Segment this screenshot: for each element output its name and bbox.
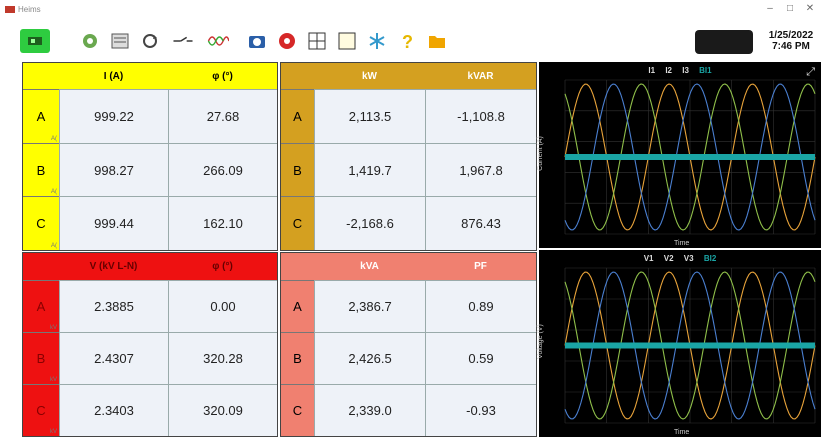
current-plot-area (564, 79, 816, 235)
kvar-a-value: -1,108.8 (425, 89, 536, 143)
minimize-button[interactable]: – (760, 3, 780, 14)
current-y-axis-label: Current (A) (536, 136, 544, 171)
apparent-phase-c-label: C (281, 384, 314, 436)
voltage-x-axis-label: Time (674, 429, 690, 436)
apparent-header-kva: kVA (314, 253, 425, 280)
current-c-angle: 162.10 (168, 196, 277, 250)
voltage-baseline-band (565, 342, 815, 349)
voltage-phase-b-label: BkV (23, 332, 59, 384)
meter-icon[interactable] (108, 29, 132, 53)
phase-a-label: A A( (23, 89, 59, 143)
kw-a-value: 2,113.5 (314, 89, 425, 143)
current-header-phi: φ (°) (168, 63, 277, 89)
waveform-icon[interactable] (203, 29, 233, 53)
current-c-value: 999.44 (59, 196, 168, 250)
voltage-c-angle: 320.09 (168, 384, 277, 436)
voltage-a-value: 2.3885 (59, 280, 168, 332)
voltage-chart-legend: V1 V2 V3 BI2 (539, 254, 821, 263)
kvar-b-value: 1,967.8 (425, 143, 536, 196)
datetime: 1/25/2022 7:46 PM (762, 30, 820, 52)
current-waveform-chart[interactable]: I1 I2 I3 BI1 ⤢ Current (A) Time (536, 62, 821, 248)
legend-i2[interactable]: I2 (665, 66, 672, 75)
expand-icon[interactable]: ⤢ (806, 66, 815, 79)
camera-icon[interactable] (245, 29, 269, 53)
voltage-c-value: 2.3403 (59, 384, 168, 436)
legend-v3[interactable]: V3 (684, 254, 694, 263)
legend-i1[interactable]: I1 (648, 66, 655, 75)
apparent-header-pf: PF (425, 253, 536, 280)
voltage-y-axis-label: Voltage (V) (536, 324, 544, 359)
voltage-phase-c-label: CkV (23, 384, 59, 436)
close-button[interactable]: ✕ (800, 3, 820, 14)
rotation-icon[interactable] (138, 29, 162, 53)
power-table: kW kVAR A 2,113.5 -1,108.8 B 1,419.7 1,9… (280, 62, 537, 251)
power-corner (281, 63, 314, 89)
grid-layout-icon[interactable] (305, 29, 329, 53)
phase-b-label: B A( (23, 143, 59, 196)
connect-icon[interactable] (20, 29, 50, 53)
apparent-corner (281, 253, 314, 280)
app-logo-icon (5, 6, 15, 13)
maximize-button[interactable]: □ (780, 3, 800, 14)
current-a-value: 999.22 (59, 89, 168, 143)
current-b-angle: 266.09 (168, 143, 277, 196)
window-icon[interactable] (335, 29, 359, 53)
phase-c-label: C A( (23, 196, 59, 250)
voltage-phase-a-label: AkV (23, 280, 59, 332)
voltage-waveform-chart[interactable]: V1 V2 V3 BI2 Voltage (V) Time (536, 250, 821, 437)
probe-icon[interactable] (168, 29, 198, 53)
record-icon[interactable] (275, 29, 299, 53)
kva-c-value: 2,339.0 (314, 384, 425, 436)
power-phase-c-label: C (281, 196, 314, 250)
power-header-kvar: kVAR (425, 63, 536, 89)
time-label: 7:46 PM (772, 41, 810, 52)
current-b-value: 998.27 (59, 143, 168, 196)
kw-c-value: -2,168.6 (314, 196, 425, 250)
pf-b-value: 0.59 (425, 332, 536, 384)
status-display (695, 30, 753, 54)
current-a-angle: 27.68 (168, 89, 277, 143)
kw-b-value: 1,419.7 (314, 143, 425, 196)
toolbar: ? 1/25/2022 7:46 PM (0, 20, 823, 62)
pf-c-value: -0.93 (425, 384, 536, 436)
current-table: I (A) φ (°) A A( 999.22 27.68 B A( 998.27 … (22, 62, 278, 251)
title-bar: Heims – □ ✕ (0, 0, 823, 20)
current-baseline-band (565, 154, 815, 160)
legend-bi2[interactable]: BI2 (704, 254, 716, 263)
window-title: Heims (18, 5, 41, 14)
voltage-b-angle: 320.28 (168, 332, 277, 384)
current-corner (23, 63, 59, 89)
pf-a-value: 0.89 (425, 280, 536, 332)
power-phase-b-label: B (281, 143, 314, 196)
kvar-c-value: 876.43 (425, 196, 536, 250)
kva-b-value: 2,426.5 (314, 332, 425, 384)
voltage-b-value: 2.4307 (59, 332, 168, 384)
power-phase-a-label: A (281, 89, 314, 143)
voltage-plot-area (564, 267, 816, 424)
apparent-phase-b-label: B (281, 332, 314, 384)
legend-i3[interactable]: I3 (682, 66, 689, 75)
date-label: 1/25/2022 (768, 30, 814, 41)
voltage-corner (23, 253, 59, 280)
help-icon[interactable]: ? (395, 29, 419, 53)
voltage-table: V (kV L-N) φ (°) AkV 2.3885 0.00 BkV 2.4… (22, 252, 278, 437)
legend-bi1[interactable]: BI1 (699, 66, 711, 75)
snowflake-icon[interactable] (365, 29, 389, 53)
voltage-header-phi: φ (°) (168, 253, 277, 280)
settings-gear-icon[interactable] (78, 29, 102, 53)
current-chart-legend: I1 I2 I3 BI1 (539, 66, 821, 75)
apparent-phase-a-label: A (281, 280, 314, 332)
power-header-kw: kW (314, 63, 425, 89)
legend-v2[interactable]: V2 (664, 254, 674, 263)
svg-text:?: ? (402, 32, 413, 52)
current-header-i: I (A) (59, 63, 168, 89)
kva-a-value: 2,386.7 (314, 280, 425, 332)
legend-v1[interactable]: V1 (644, 254, 654, 263)
voltage-header-v: V (kV L-N) (59, 253, 168, 280)
apparent-table: kVA PF A 2,386.7 0.89 B 2,426.5 0.59 C 2… (280, 252, 537, 437)
voltage-a-angle: 0.00 (168, 280, 277, 332)
current-x-axis-label: Time (674, 240, 690, 247)
folder-icon[interactable] (425, 29, 449, 53)
